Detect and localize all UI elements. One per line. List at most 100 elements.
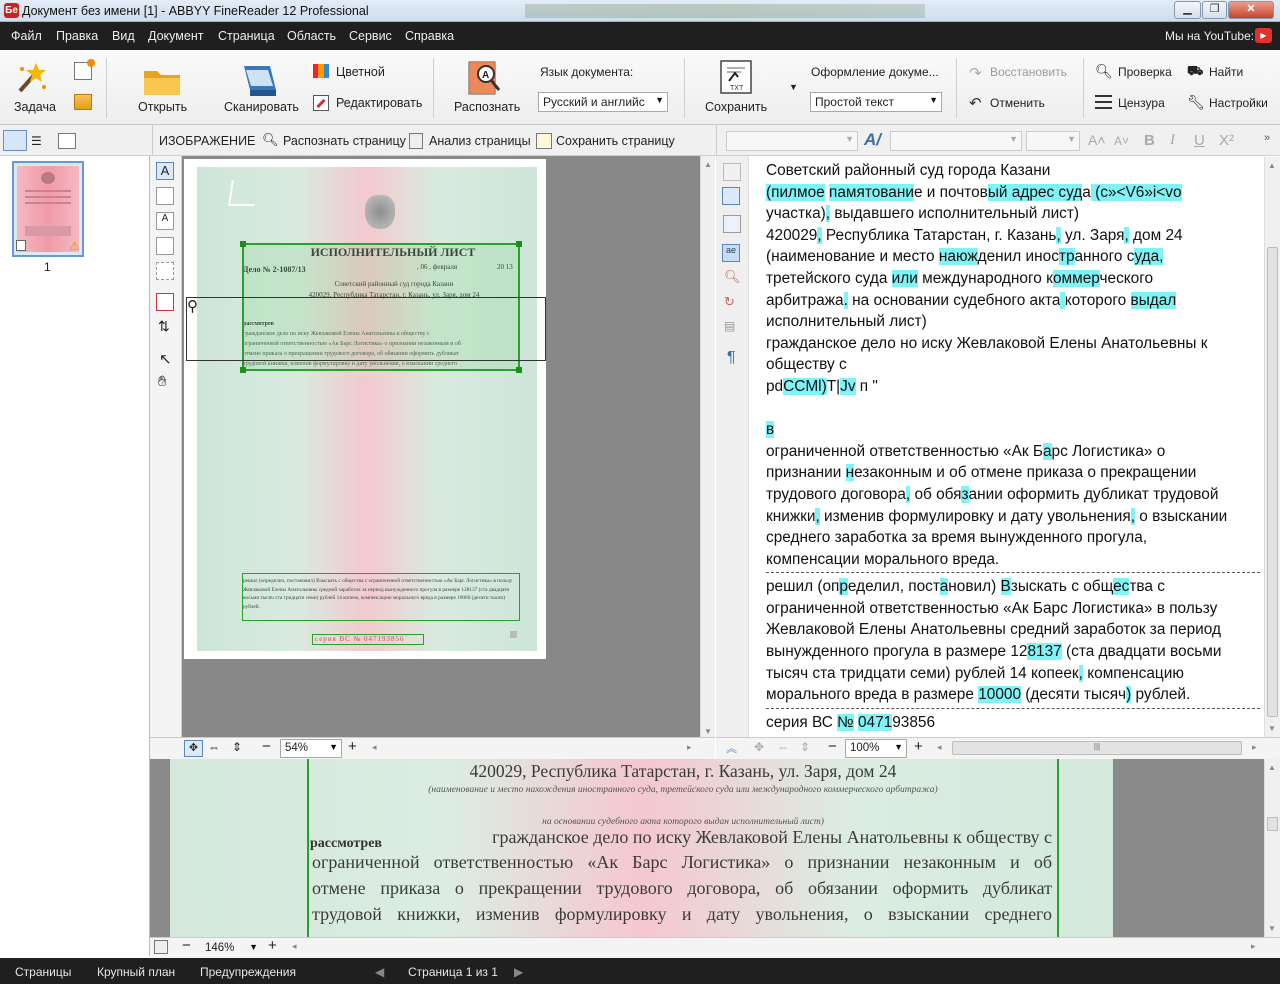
text-line[interactable]: решил (определил, постановил) Взыскать с… xyxy=(766,576,1260,598)
text-line[interactable]: ограниченной ответственностью «Ак Барс Л… xyxy=(766,441,1260,463)
save-button[interactable]: TXT Сохранить xyxy=(704,58,774,118)
edit-image-button[interactable]: Редактировать xyxy=(336,96,422,110)
task-button[interactable]: Задача xyxy=(10,58,56,118)
scroll-down-icon[interactable]: ▼ xyxy=(1268,724,1276,733)
superscript-icon[interactable]: X² xyxy=(1219,132,1234,149)
text-line[interactable]: арбитража. на основании судебного акта к… xyxy=(766,290,1260,312)
hand-tool-icon[interactable]: ✋︎ xyxy=(158,373,167,390)
text-line[interactable]: исполнительный лист) xyxy=(766,311,1260,333)
zoom-in-icon[interactable]: + xyxy=(914,738,923,755)
settings-button[interactable]: Настройки xyxy=(1209,96,1268,110)
zoom-settings-icon[interactable] xyxy=(154,940,168,954)
menu-document[interactable]: Документ xyxy=(148,29,203,43)
comment-icon[interactable]: ▤ xyxy=(724,319,735,333)
undo-button[interactable]: Отменить xyxy=(990,96,1045,110)
recognize-page-button[interactable]: Распознать страницу xyxy=(283,134,406,148)
zoom-in-icon[interactable]: + xyxy=(268,937,277,954)
zoom-lens-frame[interactable] xyxy=(186,297,546,361)
text-line[interactable]: среднего заработка за время вынужденного… xyxy=(766,527,1260,549)
text-line[interactable]: признании незаконным и об отмене приказа… xyxy=(766,462,1260,484)
text-line[interactable]: трудового договора, об обязании оформить… xyxy=(766,484,1260,506)
image-vertical-scrollbar[interactable]: ▲ ▼ xyxy=(700,156,715,740)
verify-text-icon[interactable] xyxy=(723,215,741,233)
thumbnails-view-icon[interactable] xyxy=(3,130,27,151)
scroll-right-icon[interactable]: ▸ xyxy=(1251,941,1256,952)
menu-edit[interactable]: Правка xyxy=(56,29,98,43)
underline-icon[interactable]: U xyxy=(1194,132,1205,149)
pilcrow-icon[interactable]: ¶ xyxy=(727,349,736,367)
zoom-out-icon[interactable]: − xyxy=(262,738,271,755)
page-properties-icon[interactable] xyxy=(58,133,76,149)
text-block-3[interactable]: серия ВС № 047193856 xyxy=(766,712,1260,734)
minimize-button[interactable]: ▁ xyxy=(1174,1,1201,19)
save-page-button[interactable]: Сохранить страницу xyxy=(556,134,675,148)
spellcheck-icon[interactable]: ↻ xyxy=(724,294,735,310)
scroll-left-icon[interactable]: ◂ xyxy=(292,941,297,952)
text-line[interactable]: в xyxy=(766,419,1260,441)
text-line[interactable]: книжки, изменив формулировку и дату увол… xyxy=(766,506,1260,528)
text-line[interactable]: участка), выдавшего исполнительный лист) xyxy=(766,203,1260,225)
text-line[interactable]: серия ВС № 047193856 xyxy=(766,712,1260,734)
text-line[interactable]: обществу с xyxy=(766,354,1260,376)
recognition-area-tool-icon[interactable]: A xyxy=(156,212,174,230)
background-picture-tool-icon[interactable] xyxy=(156,262,174,280)
horizontal-scrollbar-thumb[interactable]: ||| xyxy=(952,741,1242,755)
zoom-out-icon[interactable]: − xyxy=(182,937,191,954)
recognize-button[interactable]: A Распознать xyxy=(452,58,520,118)
text-line[interactable]: Жевлаковой Елены Анатольевны средний зар… xyxy=(766,619,1260,641)
more-options-icon[interactable]: » xyxy=(1264,132,1270,144)
fit-width-icon[interactable]: ⇔ xyxy=(208,740,220,754)
delete-area-tool-icon[interactable] xyxy=(156,293,174,311)
zoom-vertical-scrollbar[interactable]: ▲ ▼ xyxy=(1264,759,1280,937)
redo-button[interactable]: Восстановить xyxy=(990,65,1067,79)
open-folder-small-icon[interactable] xyxy=(74,94,92,110)
bold-icon[interactable]: B xyxy=(1144,132,1155,149)
fit-page-icon[interactable]: ✥ xyxy=(754,740,764,754)
menu-help[interactable]: Справка xyxy=(405,29,454,43)
scroll-down-icon[interactable]: ▼ xyxy=(1268,924,1276,933)
style-select[interactable]: ▼ xyxy=(726,131,858,151)
color-mode-button[interactable]: Цветной xyxy=(336,65,385,79)
recognized-text[interactable]: Советский районный суд города Казани (пил… xyxy=(766,160,1260,733)
text-line[interactable]: морального вреда в размере 10000 (десяти… xyxy=(766,684,1260,706)
text-line[interactable]: третейского суда или международного комм… xyxy=(766,268,1260,290)
font-select[interactable]: ▼ xyxy=(890,131,1022,151)
menu-view[interactable]: Вид xyxy=(112,29,135,43)
menu-file[interactable]: Файл xyxy=(11,29,42,43)
open-button[interactable]: Открыть xyxy=(132,58,192,118)
text-line[interactable] xyxy=(766,398,1260,420)
next-page-icon[interactable]: ▶ xyxy=(514,965,523,979)
zoom-out-icon[interactable]: − xyxy=(828,738,837,755)
text-line[interactable]: 420029, Республика Татарстан, г. Казань,… xyxy=(766,225,1260,247)
text-view-icon[interactable] xyxy=(722,187,740,205)
new-task-icon[interactable] xyxy=(74,59,95,80)
text-block-1[interactable]: Советский районный суд города Казани (пил… xyxy=(766,160,1260,570)
zoom-in-icon[interactable]: + xyxy=(348,738,357,755)
analyze-page-button[interactable]: Анализ страницы xyxy=(429,134,531,148)
text-block-2[interactable]: решил (определил, постановил) Взыскать с… xyxy=(766,576,1260,706)
menu-page[interactable]: Страница xyxy=(218,29,275,43)
show-image-icon[interactable] xyxy=(723,163,741,181)
zoom-view-select[interactable]: 146% ▼ xyxy=(200,939,262,957)
details-view-icon[interactable]: ☰ xyxy=(31,134,42,148)
text-line[interactable]: вынужденного прогула в размере 128137 (с… xyxy=(766,641,1260,663)
scrollbar-thumb[interactable] xyxy=(1267,817,1278,831)
text-vertical-scrollbar[interactable]: ▲ ▼ xyxy=(1264,157,1280,737)
warnings-tab[interactable]: Предупреждения xyxy=(200,965,296,979)
text-line[interactable]: гражданское дело но иску Жевлаковой Елен… xyxy=(766,333,1260,355)
fit-page-icon[interactable]: ✥ xyxy=(184,740,203,757)
font-size-select[interactable]: ▼ xyxy=(1026,131,1080,151)
text-line[interactable]: (пилмое памятование и почтовый адрес суд… xyxy=(766,182,1260,204)
scrollbar-thumb[interactable] xyxy=(1267,247,1278,717)
collapse-icon[interactable]: ︽ xyxy=(726,740,737,756)
youtube-icon[interactable]: ▶ xyxy=(1255,28,1272,43)
table-area-tool-icon[interactable] xyxy=(156,237,174,255)
format-select[interactable]: Простой текст ▼ xyxy=(810,92,942,112)
close-button[interactable]: ✕ xyxy=(1228,1,1274,19)
find-button[interactable]: Найти xyxy=(1209,65,1243,79)
scroll-right-icon[interactable]: ▸ xyxy=(687,742,692,753)
text-line[interactable]: ограниченной ответственностью «Ак Барс Л… xyxy=(766,598,1260,620)
text-area-tool-icon[interactable]: A xyxy=(156,162,174,180)
pointer-tool-icon[interactable]: ↖ xyxy=(159,350,172,368)
fit-height-icon[interactable]: ⇕ xyxy=(232,740,242,754)
